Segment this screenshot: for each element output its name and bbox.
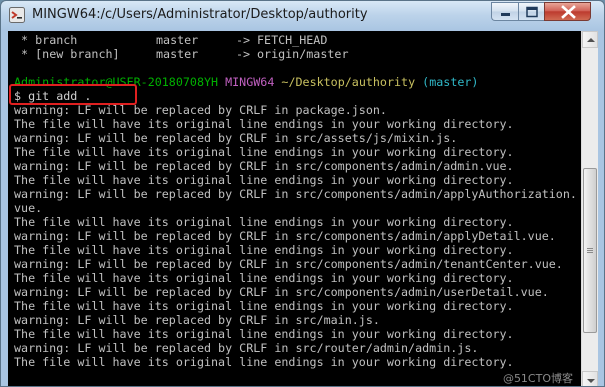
terminal-window: MINGW64:/c/Users/Administrator/Desktop/a…	[0, 0, 605, 387]
console-area: * branch master -> FETCH_HEAD * [new branch…	[8, 31, 598, 386]
window-title: MINGW64:/c/Users/Administrator/Desktop/a…	[32, 7, 368, 22]
minimize-button[interactable]	[491, 2, 518, 21]
output-line: The file will have its original line end…	[14, 117, 514, 131]
arrow-down-icon	[587, 379, 595, 383]
fetch-marker: *	[14, 47, 36, 61]
output-line: warning: LF will be replaced by CRLF in …	[14, 229, 556, 243]
fetch-name: branch	[35, 33, 78, 47]
grip-line	[587, 252, 593, 253]
prompt-env: MINGW64	[225, 75, 275, 89]
output-line: The file will have its original line end…	[14, 173, 514, 187]
mingw-app-icon	[9, 7, 25, 23]
output-line: warning: LF will be replaced by CRLF in …	[14, 313, 380, 327]
maximize-icon	[526, 6, 538, 18]
scroll-down-button[interactable]	[582, 371, 598, 386]
fetch-marker: *	[14, 33, 36, 47]
output-line: warning: LF will be replaced by CRLF in …	[14, 257, 563, 271]
command-highlight-box	[9, 84, 137, 105]
grip-line	[587, 250, 593, 251]
minimize-icon	[501, 13, 510, 16]
fetch-source: master	[156, 33, 199, 47]
arrow-up-icon	[587, 38, 595, 42]
output-line: warning: LF will be replaced by CRLF in …	[14, 131, 458, 145]
title-bar[interactable]: MINGW64:/c/Users/Administrator/Desktop/a…	[1, 1, 604, 31]
output-line: warning: LF will be replaced by CRLF in …	[14, 187, 577, 201]
output-line: The file will have its original line end…	[14, 145, 514, 159]
prompt-branch: (master)	[422, 75, 479, 89]
close-button[interactable]	[544, 2, 591, 21]
grip-line	[587, 248, 593, 249]
fetch-source: master	[156, 47, 199, 61]
output-line: The file will have its original line end…	[14, 299, 514, 313]
vertical-scrollbar[interactable]	[581, 31, 598, 386]
close-icon	[561, 5, 576, 19]
output-line: warning: LF will be replaced by CRLF in …	[14, 341, 479, 355]
output-line: vue.	[14, 201, 43, 215]
output-line: The file will have its original line end…	[14, 243, 514, 257]
output-line: warning: LF will be replaced by CRLF in …	[14, 285, 549, 299]
output-line: warning: LF will be replaced by CRLF in …	[14, 103, 387, 117]
fetch-target: origin/master	[257, 47, 349, 61]
scroll-thumb[interactable]	[583, 168, 597, 333]
fetch-name: [new branch]	[35, 47, 120, 61]
fetch-line: * [new branch] master -> origin/master	[14, 47, 348, 61]
watermark: @51CTO博客	[502, 372, 573, 385]
fetch-target: FETCH_HEAD	[257, 33, 328, 47]
fetch-arrow: ->	[236, 33, 251, 47]
output-line: The file will have its original line end…	[14, 355, 514, 369]
prompt-path: ~/Desktop/authority	[281, 75, 416, 89]
terminal-output[interactable]: * branch master -> FETCH_HEAD * [new branch…	[8, 31, 581, 386]
output-line: The file will have its original line end…	[14, 327, 514, 341]
scroll-up-button[interactable]	[582, 31, 598, 48]
output-line: The file will have its original line end…	[14, 271, 514, 285]
maximize-button[interactable]	[518, 2, 544, 21]
output-line: The file will have its original line end…	[14, 215, 514, 229]
fetch-arrow: ->	[236, 47, 251, 61]
fetch-line: * branch master -> FETCH_HEAD	[14, 33, 327, 47]
output-line: warning: LF will be replaced by CRLF in …	[14, 159, 514, 173]
